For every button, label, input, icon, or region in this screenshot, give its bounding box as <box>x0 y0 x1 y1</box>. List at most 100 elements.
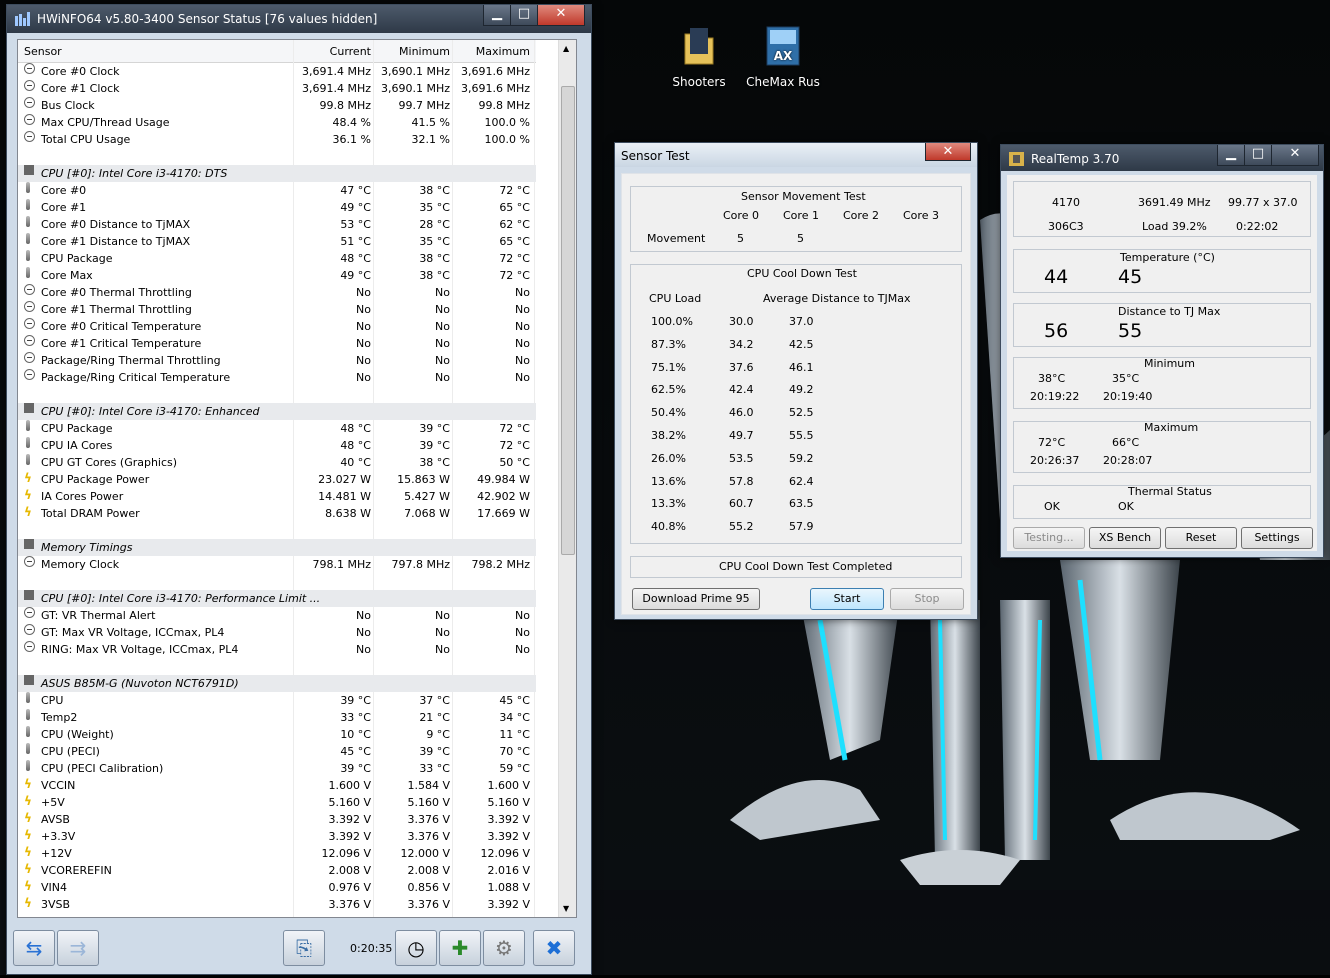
table-row[interactable]: CPU GT Cores (Graphics) 40 °C 38 °C 50 °C <box>18 454 536 471</box>
table-row[interactable]: ϟ 3VSB 3.376 V 3.376 V 3.392 V <box>18 896 536 913</box>
table-row[interactable]: Core #1 Clock 3,691.4 MHz 3,690.1 MHz 3,691… <box>18 80 536 97</box>
table-row[interactable]: CPU (PECI Calibration) 39 °C 33 °C 59 °C <box>18 760 536 777</box>
maximum-value: 72 °C <box>499 252 530 265</box>
settings-button[interactable]: ⚙ <box>483 930 525 966</box>
testing-button[interactable]: Testing... <box>1013 527 1085 549</box>
cool-down-title: CPU Cool Down Test <box>747 267 857 280</box>
table-row[interactable]: Max CPU/Thread Usage 48.4 % 41.5 % 100.0 % <box>18 114 536 131</box>
table-row[interactable]: ϟ VIN4 0.976 V 0.856 V 1.088 V <box>18 879 536 896</box>
vertical-scrollbar[interactable]: ▲ ▼ <box>558 40 576 917</box>
minimum-value: 39 °C <box>419 439 450 452</box>
close-sensors-button[interactable]: ✖ <box>533 930 575 966</box>
clock-reset-button[interactable]: ◷ <box>395 930 437 966</box>
table-row[interactable]: Package/Ring Critical Temperature No No No <box>18 369 536 386</box>
clock-sensor-icon <box>24 284 35 295</box>
table-row[interactable]: GT: VR Thermal Alert No No No <box>18 607 536 624</box>
avg-distance-core1: 62.4 <box>789 474 814 488</box>
desktop-icon-chemax[interactable]: AX CheMax Rus <box>735 26 831 89</box>
avg-distance-header: Average Distance to TJMax <box>763 292 911 305</box>
table-row[interactable]: Core #0 Thermal Throttling No No No <box>18 284 536 301</box>
table-row[interactable]: ϟ VCCIN 1.600 V 1.584 V 1.600 V <box>18 777 536 794</box>
table-row[interactable]: Core Max 49 °C 38 °C 72 °C <box>18 267 536 284</box>
sensor-group-header[interactable]: CPU [#0]: Intel Core i3-4170: Enhanced <box>18 403 536 420</box>
desktop-icon-shooters[interactable]: Shooters <box>651 26 747 89</box>
table-row[interactable]: Memory Clock 798.1 MHz 797.8 MHz 798.2 MHz <box>18 556 536 573</box>
sensor-group-header[interactable]: CPU [#0]: Intel Core i3-4170: Performanc… <box>18 590 536 607</box>
navigate-arrows-button[interactable]: ⇆ <box>13 930 55 966</box>
table-row[interactable]: CPU 39 °C 37 °C 45 °C <box>18 692 536 709</box>
minimum-value: No <box>435 643 450 656</box>
scroll-down-arrow-icon[interactable]: ▼ <box>563 904 569 913</box>
table-row[interactable]: ϟ VCOREREFIN 2.008 V 2.008 V 2.016 V <box>18 862 536 879</box>
sensor-name: CPU (PECI) <box>41 745 100 758</box>
sensor-test-title-bar[interactable]: Sensor Test ✕ <box>615 143 977 167</box>
table-row[interactable]: Package/Ring Thermal Throttling No No No <box>18 352 536 369</box>
xs-bench-button[interactable]: XS Bench <box>1089 527 1161 549</box>
maximize-button[interactable]: □ <box>510 5 538 26</box>
table-row[interactable]: Total CPU Usage 36.1 % 32.1 % 100.0 % <box>18 131 536 148</box>
table-row[interactable]: ϟ +5V 5.160 V 5.160 V 5.160 V <box>18 794 536 811</box>
sensor-name: CPU Package Power <box>41 473 150 486</box>
table-row[interactable]: Core #1 49 °C 35 °C 65 °C <box>18 199 536 216</box>
scroll-up-arrow-icon[interactable]: ▲ <box>563 44 569 53</box>
column-header-minimum[interactable]: Minimum <box>399 45 450 58</box>
core-0-temp: 44 <box>1044 266 1069 288</box>
sensor-group-header[interactable]: ASUS B85M-G (Nuvoton NCT6791D) <box>18 675 536 692</box>
close-button[interactable]: ✕ <box>1271 145 1319 166</box>
table-row[interactable]: ϟ AVSB 3.392 V 3.376 V 3.392 V <box>18 811 536 828</box>
table-row[interactable]: Core #0 Critical Temperature No No No <box>18 318 536 335</box>
reset-button[interactable]: Reset <box>1165 527 1237 549</box>
minimum-label: Minimum <box>1144 357 1195 370</box>
cpu-load-value: 38.2% <box>651 429 686 442</box>
table-row[interactable]: ϟ CPU Package Power 23.027 W 15.863 W 49.984… <box>18 471 536 488</box>
table-row[interactable]: CPU IA Cores 48 °C 39 °C 72 °C <box>18 437 536 454</box>
table-row[interactable]: CPU (Weight) 10 °C 9 °C 11 °C <box>18 726 536 743</box>
column-header-maximum[interactable]: Maximum <box>476 45 530 58</box>
maximum-value: 3,691.6 MHz <box>460 82 530 95</box>
table-row[interactable]: Core #0 47 °C 38 °C 72 °C <box>18 182 536 199</box>
sensor-group-header[interactable]: Memory Timings <box>18 539 536 556</box>
stop-button[interactable]: Stop <box>890 588 964 610</box>
maximum-value: No <box>515 286 530 299</box>
close-button[interactable]: ✕ <box>925 143 971 161</box>
minimize-button[interactable]: ▁ <box>1217 145 1245 166</box>
collapse-arrows-button[interactable]: ⇉ <box>57 930 99 966</box>
table-row[interactable]: CPU (PECI) 45 °C 39 °C 70 °C <box>18 743 536 760</box>
table-row[interactable]: Temp2 33 °C 21 °C 34 °C <box>18 709 536 726</box>
minimize-button[interactable]: ▁ <box>483 5 511 26</box>
column-header-current[interactable]: Current <box>330 45 371 58</box>
network-button[interactable]: ⎘ <box>283 930 325 966</box>
maximize-button[interactable]: □ <box>1244 145 1272 166</box>
sensor-name: Core #1 Clock <box>41 82 120 95</box>
scrollbar-thumb[interactable] <box>561 86 575 555</box>
settings-button[interactable]: Settings <box>1241 527 1313 549</box>
sensor-group-header[interactable]: CPU [#0]: Intel Core i3-4170: DTS <box>18 165 536 182</box>
table-row[interactable]: CPU Package 48 °C 39 °C 72 °C <box>18 420 536 437</box>
minimum-value: 35 °C <box>419 235 450 248</box>
sensor-table[interactable]: Sensor Current Minimum Maximum Core #0 C… <box>17 39 577 918</box>
thermometer-icon <box>26 692 30 703</box>
download-prime95-button[interactable]: Download Prime 95 <box>632 588 760 610</box>
thermometer-icon <box>26 726 30 737</box>
table-row[interactable]: Core #1 Distance to TjMAX 51 °C 35 °C 65 °C <box>18 233 536 250</box>
table-row[interactable]: CPU Package 48 °C 38 °C 72 °C <box>18 250 536 267</box>
core-1-distance: 55 <box>1118 320 1143 342</box>
table-row[interactable]: Core #0 Distance to TjMAX 53 °C 28 °C 62 °C <box>18 216 536 233</box>
table-row[interactable]: GT: Max VR Voltage, ICCmax, PL4 No No No <box>18 624 536 641</box>
table-row[interactable]: ϟ +3.3V 3.392 V 3.376 V 3.392 V <box>18 828 536 845</box>
close-button[interactable]: ✕ <box>537 5 585 26</box>
table-row[interactable]: ϟ Total DRAM Power 8.638 W 7.068 W 17.669 W <box>18 505 536 522</box>
table-row[interactable]: ϟ IA Cores Power 14.481 W 5.427 W 42.902 W <box>18 488 536 505</box>
realtemp-title-bar[interactable]: RealTemp 3.70 ▁ □ ✕ <box>1001 145 1323 171</box>
logging-button[interactable]: ✚ <box>439 930 481 966</box>
hwinfo-title-bar[interactable]: HWiNFO64 v5.80-3400 Sensor Status [76 va… <box>7 5 591 33</box>
column-header-sensor[interactable]: Sensor <box>24 45 62 58</box>
table-row[interactable]: RING: Max VR Voltage, ICCmax, PL4 No No No <box>18 641 536 658</box>
table-row[interactable]: Bus Clock 99.8 MHz 99.7 MHz 99.8 MHz <box>18 97 536 114</box>
sensor-name: Core #1 Thermal Throttling <box>41 303 192 316</box>
table-row[interactable]: Core #1 Critical Temperature No No No <box>18 335 536 352</box>
table-row[interactable]: ϟ +12V 12.096 V 12.000 V 12.096 V <box>18 845 536 862</box>
table-row[interactable]: Core #0 Clock 3,691.4 MHz 3,690.1 MHz 3,691… <box>18 63 536 80</box>
start-button[interactable]: Start <box>810 588 884 610</box>
table-row[interactable]: Core #1 Thermal Throttling No No No <box>18 301 536 318</box>
